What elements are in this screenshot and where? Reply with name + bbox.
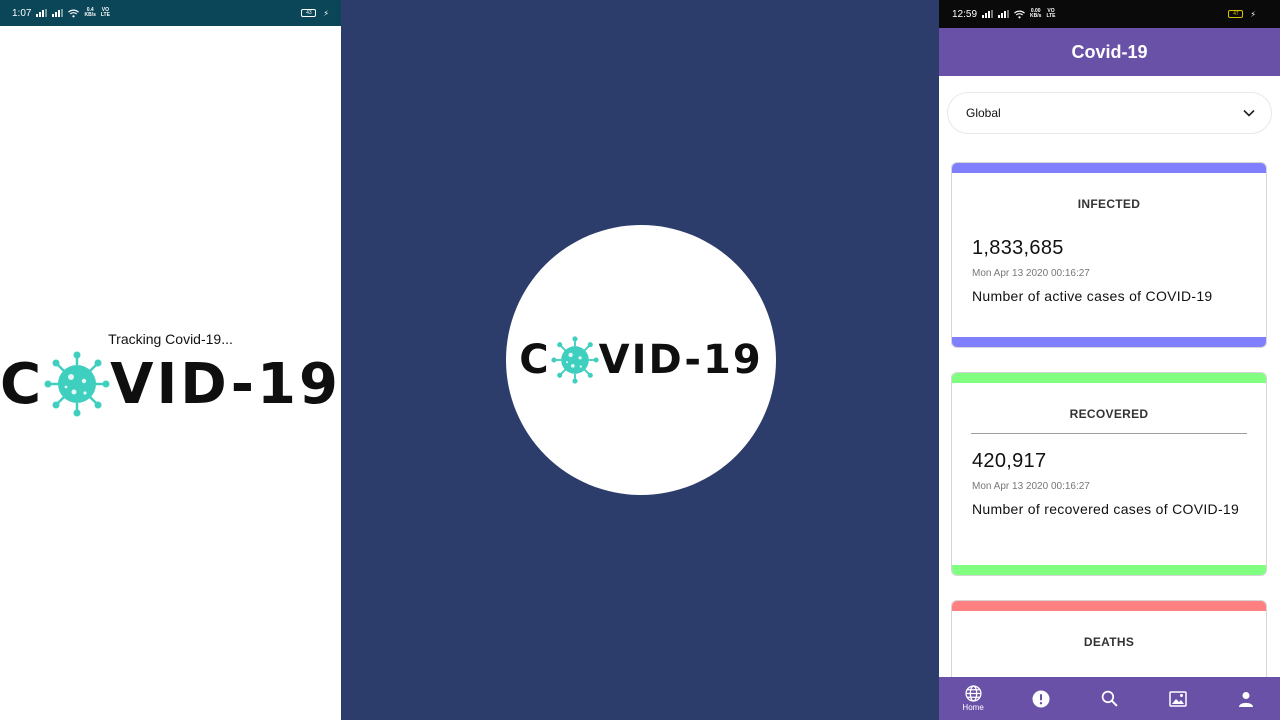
card-count: 420,917	[972, 450, 1047, 472]
chevron-down-icon	[1243, 109, 1255, 117]
search-icon	[1101, 690, 1118, 707]
card-description: Number of recovered cases of COVID-19	[972, 501, 1240, 517]
alert-icon	[1032, 690, 1050, 707]
country-select-value: Global	[966, 106, 1001, 120]
nav-gallery[interactable]	[1153, 690, 1203, 707]
status-bar: 12:59 0.00 KB/s VO LTE 47 ⚡	[939, 0, 1280, 28]
nav-profile[interactable]	[1221, 691, 1271, 707]
battery-level: 47	[1228, 10, 1244, 18]
card-top-band	[952, 373, 1266, 383]
card-bottom-band	[952, 337, 1266, 347]
logo-circle: C VID-19	[506, 225, 776, 495]
charging-icon: ⚡	[1250, 9, 1256, 19]
nav-search[interactable]	[1084, 690, 1134, 707]
image-icon	[1168, 690, 1187, 707]
card-top-band	[952, 163, 1266, 173]
signal-icon	[52, 9, 64, 17]
card-title: INFECTED	[1077, 197, 1141, 211]
card-updated: Mon Apr 13 2020 00:16:27	[972, 268, 1090, 279]
virus-icon	[44, 351, 110, 417]
card-title: RECOVERED	[1069, 407, 1149, 421]
logo-letters-vid19: VID-19	[110, 351, 341, 417]
nav-home[interactable]: Home	[948, 685, 998, 712]
battery-icon: 43	[301, 9, 317, 17]
loading-text: Tracking Covid-19...	[108, 331, 233, 347]
app-title: Covid-19	[1071, 41, 1148, 62]
card-description: Number of active cases of COVID-19	[972, 288, 1213, 304]
network-speed-unit: KB/s	[84, 12, 96, 18]
clock: 1:07	[12, 7, 32, 19]
volte-bottom: LTE	[100, 12, 110, 18]
logo-letter-c: C	[0, 351, 45, 417]
battery-icon: 47	[1228, 10, 1244, 18]
network-speed: 0.4 KB/s	[84, 8, 95, 18]
clock: 12:59	[952, 8, 978, 20]
logo-letter-c: C	[519, 337, 551, 383]
nav-home-label: Home	[962, 703, 984, 712]
loading-screen: 1:07 0.4 KB/s VO LTE 43 ⚡ Tracking Covid-1…	[0, 0, 341, 720]
charging-icon: ⚡	[323, 8, 329, 18]
network-speed: 0.00 KB/s	[1030, 9, 1041, 19]
card-bottom-band	[952, 565, 1266, 575]
signal-icon	[982, 10, 994, 18]
person-icon	[1238, 691, 1253, 707]
signal-icon	[998, 10, 1010, 18]
globe-icon	[965, 685, 982, 702]
infected-card: INFECTED 1,833,685 Mon Apr 13 2020 00:16…	[951, 162, 1267, 348]
app-bar: Covid-19	[939, 28, 1280, 76]
nav-alerts[interactable]	[1016, 690, 1066, 708]
signal-icon	[36, 9, 48, 17]
volte-bottom: LTE	[1046, 13, 1056, 19]
volte-badge: VO LTE	[1046, 9, 1055, 19]
loading-block: Tracking Covid-19... C VID-19	[0, 331, 341, 417]
card-count: 1,833,685	[972, 237, 1064, 259]
covid19-logo: C VID-19	[519, 336, 762, 384]
battery-level: 43	[301, 9, 317, 17]
covid19-logo: C VID-19	[0, 351, 341, 417]
status-bar: 1:07 0.4 KB/s VO LTE 43 ⚡	[0, 0, 341, 26]
network-speed-unit: KB/s	[1030, 13, 1042, 19]
recovered-card: RECOVERED 420,917 Mon Apr 13 2020 00:16:…	[951, 372, 1267, 576]
card-divider	[971, 433, 1247, 434]
card-title: DEATHS	[1083, 635, 1135, 649]
dashboard-screen: 12:59 0.00 KB/s VO LTE 47 ⚡ Covid-19 Globa…	[939, 0, 1280, 720]
card-updated: Mon Apr 13 2020 00:16:27	[972, 481, 1090, 492]
splash-screen: C VID-19	[341, 0, 939, 720]
logo-letters-vid19: VID-19	[598, 337, 763, 383]
virus-icon	[551, 336, 599, 384]
wifi-icon	[1014, 10, 1025, 18]
country-select[interactable]: Global	[947, 92, 1272, 134]
card-top-band	[952, 601, 1266, 611]
volte-badge: VO LTE	[101, 8, 110, 18]
wifi-icon	[68, 9, 80, 17]
bottom-navigation: Home	[939, 677, 1280, 720]
